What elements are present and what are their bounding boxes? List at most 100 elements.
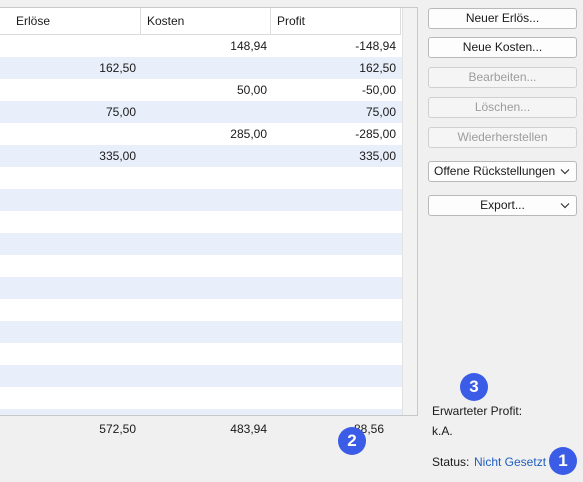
cell-profit: [270, 167, 396, 189]
table-row[interactable]: [0, 255, 402, 277]
delete-button[interactable]: Löschen...: [428, 97, 577, 118]
badge-3: 3: [460, 373, 488, 401]
cell-erloese: [0, 277, 136, 299]
cell-profit: [270, 321, 396, 343]
cell-erloese: [0, 321, 136, 343]
cell-profit: [270, 299, 396, 321]
cell-kosten: [140, 189, 267, 211]
total-profit: 88,56: [353, 422, 384, 436]
cell-erloese: [0, 211, 136, 233]
new-revenue-button[interactable]: Neuer Erlös...: [428, 8, 577, 29]
cell-profit: 75,00: [365, 105, 396, 119]
cell-erloese: 335,00: [99, 149, 136, 163]
table-row[interactable]: [0, 365, 402, 387]
table-row[interactable]: [0, 167, 402, 189]
table-header: Erlöse Kosten Profit: [0, 8, 401, 35]
table-row[interactable]: 162,50 162,50: [0, 57, 402, 79]
cell-erloese: [0, 387, 136, 409]
status-link[interactable]: Nicht Gesetzt: [474, 455, 546, 469]
cell-profit: [270, 189, 396, 211]
cell-erloese: [0, 233, 136, 255]
cell-kosten: [140, 211, 267, 233]
cell-kosten: [140, 233, 267, 255]
new-cost-button[interactable]: Neue Kosten...: [428, 37, 577, 58]
cell-kosten: [140, 321, 267, 343]
total-kosten: 483,94: [230, 422, 267, 436]
table-row[interactable]: [0, 387, 402, 409]
table-row[interactable]: 285,00 -285,00: [0, 123, 402, 145]
cell-kosten: [140, 145, 267, 167]
cell-erloese: [0, 123, 136, 145]
expected-profit-label: Erwarteter Profit:: [432, 404, 523, 418]
cell-kosten: [140, 101, 267, 123]
cell-kosten: [140, 343, 267, 365]
cell-profit: [270, 277, 396, 299]
badge-1: 1: [549, 447, 577, 475]
table-row[interactable]: [0, 409, 402, 415]
table-row[interactable]: 50,00 -50,00: [0, 79, 402, 101]
cell-erloese: [0, 409, 136, 415]
table-row[interactable]: 75,00 75,00: [0, 101, 402, 123]
column-header-erloese[interactable]: Erlöse: [10, 8, 141, 35]
cell-profit: [270, 343, 396, 365]
transactions-table: Erlöse Kosten Profit 148,94 -148,94 162,50…: [0, 7, 418, 416]
open-provisions-dropdown[interactable]: Offene Rückstellungen: [428, 161, 577, 182]
restore-button[interactable]: Wiederherstellen: [428, 127, 577, 148]
cell-profit: 335,00: [359, 149, 396, 163]
cell-erloese: [0, 299, 136, 321]
status-label: Status:: [432, 455, 470, 469]
badge-2: 2: [338, 427, 366, 455]
cell-kosten: [140, 409, 267, 415]
cell-profit: [270, 211, 396, 233]
cell-erloese: [0, 35, 136, 57]
cell-kosten: [140, 277, 267, 299]
cell-profit: -50,00: [361, 83, 396, 97]
chevron-down-icon: [560, 203, 570, 209]
cell-erloese: [0, 79, 136, 101]
table-row[interactable]: [0, 321, 402, 343]
cell-profit: -148,94: [355, 39, 396, 53]
table-scrollbar[interactable]: [402, 8, 417, 415]
table-body: 148,94 -148,94 162,50 162,50 50,00 -50,00 75,0…: [0, 35, 402, 415]
table-row[interactable]: 148,94 -148,94: [0, 35, 402, 57]
cell-erloese: [0, 365, 136, 387]
cell-kosten: [140, 57, 267, 79]
cell-profit: [270, 387, 396, 409]
cell-profit: [270, 255, 396, 277]
expected-profit-value: k.A.: [432, 424, 453, 438]
edit-button[interactable]: Bearbeiten...: [428, 67, 577, 88]
table-row[interactable]: [0, 189, 402, 211]
export-dropdown[interactable]: Export...: [428, 195, 577, 216]
cell-profit: [270, 409, 396, 415]
cell-profit: [270, 233, 396, 255]
cell-kosten: [140, 387, 267, 409]
cell-profit: [270, 365, 396, 387]
cell-erloese: 162,50: [99, 61, 136, 75]
cell-kosten: [140, 365, 267, 387]
cell-kosten: 148,94: [230, 39, 267, 53]
cell-kosten: 285,00: [230, 127, 267, 141]
table-row[interactable]: [0, 343, 402, 365]
column-header-kosten[interactable]: Kosten: [141, 8, 271, 35]
table-row[interactable]: 335,00 335,00: [0, 145, 402, 167]
total-erloese: 572,50: [99, 422, 136, 436]
table-row[interactable]: [0, 233, 402, 255]
cell-kosten: [140, 167, 267, 189]
open-provisions-label: Offene Rückstellungen: [434, 164, 556, 178]
cell-profit: -285,00: [355, 127, 396, 141]
cell-erloese: [0, 189, 136, 211]
cell-erloese: [0, 167, 136, 189]
cell-profit: 162,50: [359, 61, 396, 75]
export-label: Export...: [480, 198, 525, 212]
cell-kosten: 50,00: [236, 83, 267, 97]
column-header-profit[interactable]: Profit: [271, 8, 401, 35]
cell-erloese: 75,00: [105, 105, 136, 119]
table-row[interactable]: [0, 299, 402, 321]
table-row[interactable]: [0, 277, 402, 299]
chevron-down-icon: [560, 169, 570, 175]
cell-erloese: [0, 255, 136, 277]
cell-kosten: [140, 299, 267, 321]
cell-kosten: [140, 255, 267, 277]
cell-erloese: [0, 343, 136, 365]
table-row[interactable]: [0, 211, 402, 233]
